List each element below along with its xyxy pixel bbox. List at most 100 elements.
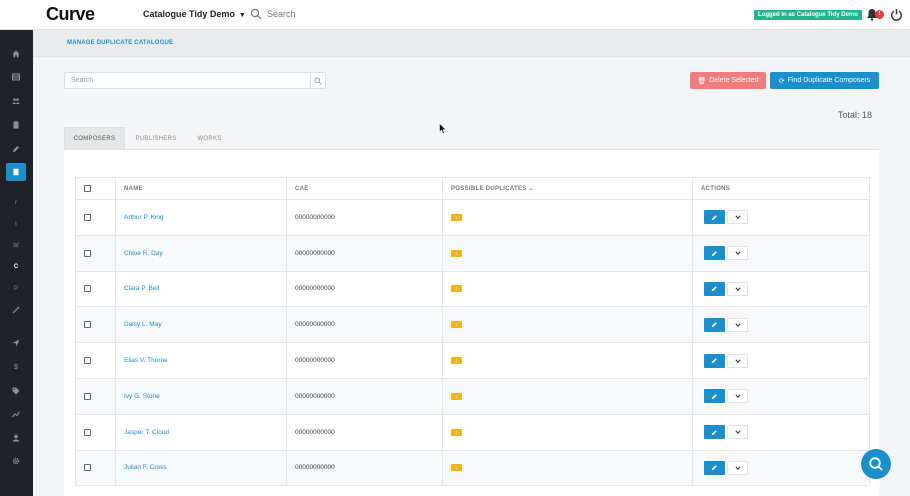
search-icon[interactable]	[250, 8, 262, 20]
actions-cell	[692, 449, 870, 487]
composer-name-link[interactable]: Jasper T. Cloud	[124, 429, 169, 436]
row-checkbox[interactable]	[84, 213, 91, 221]
table-row: Arthur P. King 00000000000 1	[75, 199, 870, 236]
cae-cell: 00000000000	[286, 449, 443, 487]
row-actions-dropdown[interactable]	[727, 281, 748, 296]
wand-icon[interactable]	[6, 301, 26, 319]
row-actions-dropdown[interactable]	[727, 353, 748, 368]
possible-duplicates-cell: 1	[442, 270, 693, 308]
settings-icon[interactable]	[6, 452, 26, 470]
row-actions-dropdown[interactable]	[727, 425, 748, 440]
delete-selected-button[interactable]: 🗑 Delete Selected	[690, 72, 766, 89]
duplicate-count-badge[interactable]: 1	[451, 285, 462, 293]
search-button[interactable]	[310, 72, 326, 89]
tab-bar: COMPOSERS PUBLISHERS WORKS	[64, 127, 879, 150]
edit-button[interactable]	[704, 389, 725, 404]
find-duplicate-composers-button[interactable]: ⟳ Find Duplicate Composers	[770, 72, 879, 89]
duplicate-count-badge[interactable]: 1	[451, 249, 462, 257]
composer-name-cell: Chloe R. Day	[115, 234, 287, 272]
composer-name-cell: Clara P. Bell	[115, 270, 287, 308]
sidebar-item-composers[interactable]: C	[6, 258, 26, 276]
pencil-icon	[711, 394, 717, 400]
row-actions-dropdown[interactable]	[727, 460, 748, 475]
header-possible-duplicates[interactable]: POSSIBLE DUPLICATES ⌄	[442, 177, 693, 200]
row-checkbox[interactable]	[84, 392, 91, 400]
duplicate-count-badge[interactable]: 1	[451, 357, 462, 365]
edit-button[interactable]	[704, 460, 725, 475]
edit-button[interactable]	[704, 317, 725, 332]
duplicate-count-badge[interactable]: 1	[451, 392, 462, 400]
table-icon[interactable]	[6, 68, 26, 86]
row-actions-dropdown[interactable]	[727, 389, 748, 404]
row-checkbox[interactable]	[84, 356, 91, 364]
composer-name-link[interactable]: Arthur P. King	[124, 214, 164, 221]
chevron-down-icon	[734, 359, 741, 363]
composer-name-link[interactable]: Daisy L. May	[124, 321, 162, 328]
home-icon[interactable]	[6, 45, 26, 63]
tab-composers[interactable]: COMPOSERS	[64, 127, 125, 150]
edit-button[interactable]	[704, 246, 725, 261]
edit-button[interactable]	[704, 353, 725, 368]
edit-button[interactable]	[704, 210, 725, 225]
composer-name-link[interactable]: Ivy G. Stone	[124, 393, 160, 400]
duplicate-count-badge[interactable]: 1	[451, 213, 462, 221]
help-chat-button[interactable]	[861, 449, 891, 479]
tab-works[interactable]: WORKS	[187, 127, 232, 150]
pencil-icon	[711, 250, 717, 256]
document-icon[interactable]	[6, 116, 26, 134]
mouse-cursor-icon	[439, 123, 447, 134]
edit-button[interactable]	[704, 281, 725, 296]
tag-icon[interactable]	[6, 382, 26, 400]
actions-cell	[692, 306, 870, 344]
row-checkbox[interactable]	[84, 464, 91, 472]
catalogue-selector[interactable]: Catalogue Tidy Demo ▼	[143, 9, 246, 19]
search-icon	[314, 76, 322, 85]
chevron-down-icon	[734, 323, 741, 327]
row-select-cell	[75, 377, 116, 415]
edit-button[interactable]	[704, 425, 725, 440]
sidebar-item-i[interactable]: I	[6, 216, 26, 234]
cae-cell: 00000000000	[286, 342, 443, 379]
global-search-input[interactable]: Search	[267, 9, 296, 19]
users-icon[interactable]	[6, 92, 26, 110]
book-icon[interactable]	[6, 163, 26, 181]
header-name[interactable]: NAME	[115, 177, 287, 200]
chevron-down-icon	[734, 430, 741, 435]
pencil-icon	[711, 358, 717, 364]
actions-cell	[692, 270, 870, 308]
row-select-cell	[75, 306, 116, 344]
possible-duplicates-cell: 1	[442, 342, 693, 379]
row-actions-dropdown[interactable]	[727, 246, 748, 261]
tab-publishers[interactable]: PUBLISHERS	[125, 127, 187, 150]
duplicate-count-badge[interactable]: 1	[451, 321, 462, 329]
duplicate-count-badge[interactable]: 1	[451, 464, 462, 472]
select-all-cell	[75, 177, 116, 200]
power-icon[interactable]	[890, 8, 903, 21]
duplicate-count-badge[interactable]: 1	[451, 428, 462, 436]
sidebar-item-works[interactable]: W	[6, 237, 26, 255]
app-logo[interactable]: Curve	[46, 4, 95, 25]
page-title: MANAGE DUPLICATE CATALOGUE	[67, 40, 174, 46]
sidebar-item-r[interactable]: r	[6, 194, 26, 212]
row-actions-dropdown[interactable]	[727, 210, 748, 225]
logged-in-badge: Logged in as Catalogue Tidy Demo	[754, 10, 862, 20]
sidebar-item-publishers[interactable]: P	[6, 280, 26, 298]
composer-name-link[interactable]: Julian F. Cross	[124, 464, 167, 471]
row-actions-dropdown[interactable]	[727, 317, 748, 332]
account-icon[interactable]	[6, 429, 26, 447]
chevron-down-icon	[734, 287, 741, 291]
catalogue-search-input[interactable]: Search	[64, 72, 311, 89]
row-checkbox[interactable]	[84, 428, 91, 436]
row-checkbox[interactable]	[84, 249, 91, 257]
row-checkbox[interactable]	[84, 285, 91, 293]
send-icon[interactable]	[6, 334, 26, 352]
composer-name-link[interactable]: Elias V. Thorne	[124, 357, 168, 364]
chart-icon[interactable]	[6, 405, 26, 423]
pencil-icon[interactable]	[6, 140, 26, 158]
header-cae[interactable]: CAE	[286, 177, 443, 200]
row-checkbox[interactable]	[84, 321, 91, 329]
composer-name-link[interactable]: Chloe R. Day	[124, 250, 163, 257]
composer-name-link[interactable]: Clara P. Bell	[124, 285, 159, 292]
select-all-checkbox[interactable]	[84, 184, 91, 192]
dollar-icon[interactable]: $	[6, 358, 26, 376]
